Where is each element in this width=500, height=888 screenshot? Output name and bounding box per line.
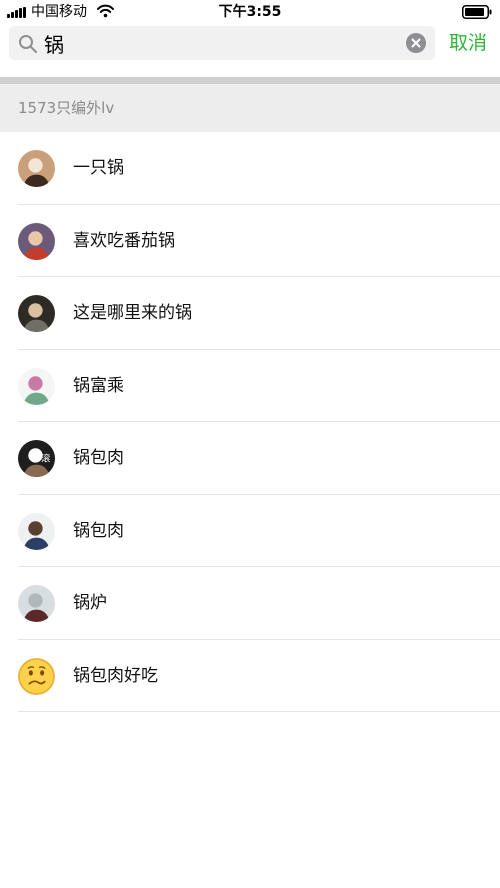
contact-name: 一只锅 [73,158,124,178]
clear-search-icon[interactable] [406,33,426,53]
search-input[interactable] [44,26,404,60]
section-header: 1573只编外lv [0,84,500,132]
svg-text:滚: 滚 [41,453,50,465]
avatar [18,512,55,550]
avatar [18,150,55,187]
contact-name: 锅包肉好吃 [73,665,158,686]
contact-name: 锅富乘 [73,375,124,396]
battery-icon [462,5,492,19]
contact-name: 喜欢吃番茄锅 [73,230,175,251]
contact-row[interactable]: 一只锅 [0,132,500,205]
avatar [18,585,55,622]
avatar: 滚 [18,440,55,477]
contact-row[interactable]: 喜欢吃番茄锅 [0,205,500,278]
status-time: 下午3:55 [218,4,282,20]
contact-name: 这是哪里来的锅 [73,303,192,323]
contact-row[interactable]: 锅炉 [0,567,500,640]
search-box[interactable] [9,26,435,60]
avatar [18,295,55,332]
search-icon [19,35,37,53]
divider [0,77,500,84]
avatar [18,657,55,695]
avatar [18,367,55,405]
contact-row[interactable]: 锅富乘 [0,350,500,423]
search-result-list: 一只锅 喜欢吃番茄锅 这是哪里来的锅 锅富乘 滚锅包肉 锅包肉 锅炉 锅包肉好吃 [0,132,500,712]
cancel-button[interactable]: 取消 [449,29,487,57]
contact-row[interactable]: 这是哪里来的锅 [0,277,500,350]
contact-name: 锅炉 [73,593,107,613]
section-title: 1573只编外lv [18,99,115,117]
status-bar: 中国移动 下午3:55 [0,0,500,24]
contact-name: 锅包肉 [73,448,124,468]
contact-name: 锅包肉 [73,520,124,541]
contact-row[interactable]: 锅包肉好吃 [0,640,500,713]
contact-row[interactable]: 锅包肉 [0,495,500,568]
contact-row[interactable]: 滚 锅包肉 [0,422,500,495]
avatar [18,222,55,260]
